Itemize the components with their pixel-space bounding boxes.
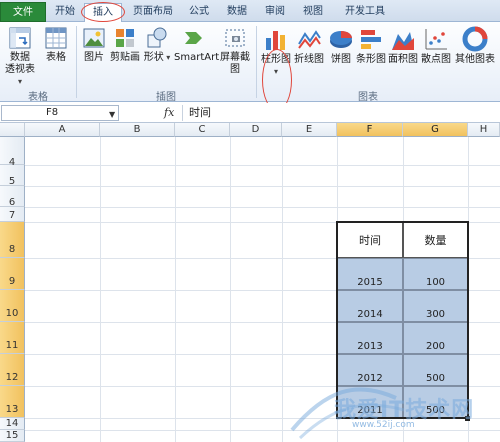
screenshot-label: 屏幕截图 [220, 52, 250, 75]
formula-input[interactable]: 时间 [182, 105, 498, 121]
row-header-5[interactable]: 5 [0, 165, 25, 187]
column-header-d[interactable]: D [230, 123, 282, 137]
picture-button[interactable]: 图片 [80, 26, 108, 64]
pivot-table-icon [9, 27, 31, 49]
table-label: 表格 [46, 52, 66, 63]
row-header-6[interactable]: 6 [0, 186, 25, 208]
group-label-illustrations: 插图 [156, 92, 176, 103]
column-header-h[interactable]: H [468, 123, 500, 137]
bar-chart-label: 条形图 [356, 54, 386, 65]
pivot-table-label-1: 数据 [10, 52, 30, 63]
tab-file[interactable]: 文件 [0, 2, 46, 22]
formula-bar: F8 ▼ fx 时间 [0, 103, 500, 123]
screenshot-button[interactable]: 屏幕截图 [216, 26, 254, 76]
watermark-url: www.52ij.com [352, 420, 415, 430]
gridline [25, 207, 500, 208]
column-chart-label: 柱形图 [261, 54, 291, 65]
row-header-4[interactable]: 4 [0, 137, 25, 168]
scatter-chart-button[interactable]: 散点图 [420, 26, 452, 66]
column-header-g[interactable]: G [403, 123, 468, 137]
fill-handle[interactable] [465, 416, 470, 421]
tab-review[interactable]: 审阅 [260, 3, 290, 22]
row-header-11[interactable]: 11 [0, 322, 25, 354]
insert-function-icon[interactable]: fx [164, 106, 174, 119]
column-header-b[interactable]: B [100, 123, 175, 137]
row-header-9[interactable]: 9 [0, 258, 25, 290]
select-all-corner[interactable] [0, 123, 25, 137]
gridline [25, 430, 500, 431]
tab-view[interactable]: 视图 [298, 3, 328, 22]
chevron-down-icon: ▾ [163, 53, 171, 62]
picture-label: 图片 [84, 52, 104, 63]
table-button[interactable]: 表格 [41, 26, 71, 64]
column-chart-button[interactable]: 柱形图 ▾ [260, 26, 292, 78]
name-box[interactable]: F8 [1, 105, 119, 121]
smartart-icon [185, 32, 202, 44]
pivot-table-button[interactable]: 数据 透视表 ▾ [3, 26, 37, 88]
row-header-14[interactable]: 14 [0, 418, 25, 430]
area-chart-icon [392, 32, 414, 50]
shapes-label: 形状 [143, 52, 164, 63]
table-icon [45, 27, 67, 49]
area-chart-button[interactable]: 面积图 [387, 26, 419, 66]
tab-home[interactable]: 开始 [50, 3, 80, 22]
shapes-icon [147, 27, 167, 48]
group-label-tables: 表格 [28, 92, 48, 103]
smartart-button[interactable]: SmartArt [174, 26, 220, 64]
pie-chart-button[interactable]: 饼图 [327, 26, 355, 66]
gridline [25, 165, 500, 166]
clip-art-button[interactable]: 剪贴画 [109, 26, 141, 64]
shapes-button[interactable]: 形状 ▾ [142, 26, 172, 64]
pie-chart-label: 饼图 [331, 54, 351, 65]
line-chart-button[interactable]: 折线图 [293, 26, 325, 66]
row-header-15[interactable]: 15 [0, 430, 25, 442]
row-header-12[interactable]: 12 [0, 354, 25, 386]
chevron-down-icon: ▾ [273, 67, 278, 76]
clip-art-label: 剪贴画 [110, 52, 140, 63]
pie-chart-icon [330, 31, 352, 48]
chevron-down-icon[interactable]: ▼ [109, 110, 115, 119]
scatter-chart-label: 散点图 [421, 54, 451, 65]
column-header-c[interactable]: C [175, 123, 230, 137]
row-header-10[interactable]: 10 [0, 290, 25, 322]
worksheet-grid[interactable]: A B C D E F G H 4 5 6 7 8 9 10 11 12 13 … [0, 123, 500, 442]
row-header-13[interactable]: 13 [0, 386, 25, 418]
tab-page-layout[interactable]: 页面布局 [128, 3, 178, 22]
chevron-down-icon: ▾ [17, 77, 22, 86]
row-header-8[interactable]: 8 [0, 222, 25, 258]
picture-icon [83, 28, 105, 48]
ribbon-insert: 数据 透视表 ▾ 表格 表格 图片 剪贴画 形状 ▾ SmartArt 屏幕截图… [0, 22, 500, 111]
pivot-table-label-2: 透视表 [5, 64, 35, 75]
tab-insert[interactable]: 插入 [84, 3, 122, 23]
column-header-e[interactable]: E [282, 123, 337, 137]
column-chart-icon [266, 31, 285, 50]
tab-data[interactable]: 数据 [222, 3, 252, 22]
column-header-a[interactable]: A [25, 123, 100, 137]
row-header-7[interactable]: 7 [0, 207, 25, 222]
line-chart-icon [298, 30, 321, 49]
group-separator [76, 26, 77, 98]
tab-formulas[interactable]: 公式 [184, 3, 214, 22]
gridline [25, 186, 500, 187]
smartart-label: SmartArt [174, 52, 220, 63]
area-chart-label: 面积图 [388, 54, 418, 65]
group-label-charts: 图表 [358, 92, 378, 103]
screenshot-icon [225, 29, 245, 47]
tab-developer[interactable]: 开发工具 [336, 3, 394, 22]
scatter-chart-icon [425, 29, 447, 50]
column-header-f[interactable]: F [337, 123, 403, 137]
group-separator [256, 26, 257, 98]
line-chart-label: 折线图 [294, 54, 324, 65]
other-charts-button[interactable]: 其他图表 [453, 26, 497, 66]
other-charts-icon [462, 26, 488, 52]
bar-chart-icon [361, 30, 381, 49]
selection-border [336, 221, 469, 419]
bar-chart-button[interactable]: 条形图 [356, 26, 386, 66]
ribbon-tab-bar: 文件 开始 插入 页面布局 公式 数据 审阅 视图 开发工具 [0, 0, 500, 23]
clip-art-icon [116, 29, 134, 47]
other-charts-label: 其他图表 [455, 54, 495, 65]
